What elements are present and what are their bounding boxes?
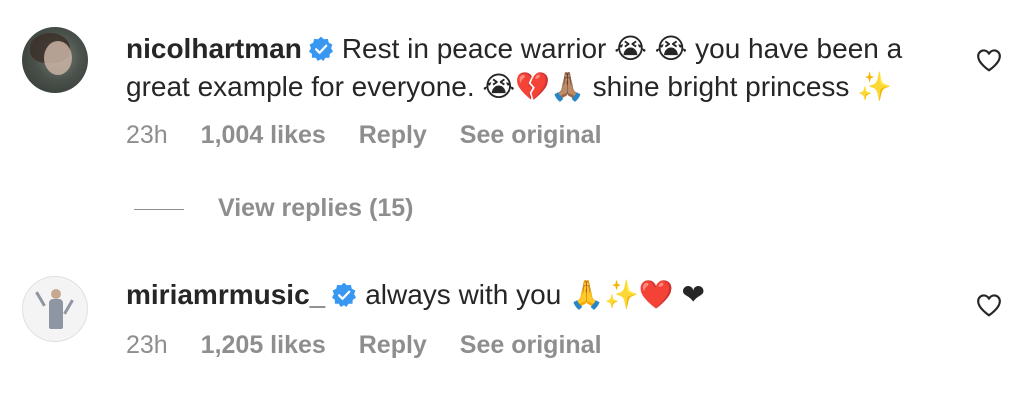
see-original-button[interactable]: See original [460,121,602,149]
verified-badge-icon [308,36,333,62]
like-heart-icon[interactable] [976,48,1002,72]
avatar-head [51,289,61,299]
avatar-arm [35,291,46,307]
comment-meta: 23h 1,205 likes Reply See original [126,331,628,360]
comment-body: miriamrmusic_ always with you 🙏✨❤️ ❤ [126,276,956,314]
comment-time[interactable]: 23h [126,121,168,149]
comment-text: always with you 🙏✨❤️ ❤ [365,279,705,310]
comment-time[interactable]: 23h [126,331,168,359]
comment-username[interactable]: nicolhartman [126,33,302,64]
view-replies-line [134,208,184,210]
comment-likes[interactable]: 1,004 likes [201,121,326,149]
reply-button[interactable]: Reply [359,331,427,359]
comment-likes[interactable]: 1,205 likes [201,331,326,359]
like-heart-icon[interactable] [976,293,1002,317]
see-original-button[interactable]: See original [460,331,602,359]
avatar-face [44,41,72,75]
avatar[interactable] [22,276,88,342]
avatar-figure [49,299,63,329]
verified-badge-icon [332,282,357,308]
avatar[interactable] [22,27,88,93]
comment-body: nicolhartman Rest in peace warrior 😭 😭 yo… [126,30,956,106]
view-replies-label: View replies (15) [218,194,414,222]
comment-username[interactable]: miriamrmusic_ [126,279,325,310]
view-replies-button[interactable]: View replies (15) [134,194,413,223]
reply-button[interactable]: Reply [359,121,427,149]
comment-meta: 23h 1,004 likes Reply See original [126,121,628,150]
avatar-arm [63,299,74,315]
